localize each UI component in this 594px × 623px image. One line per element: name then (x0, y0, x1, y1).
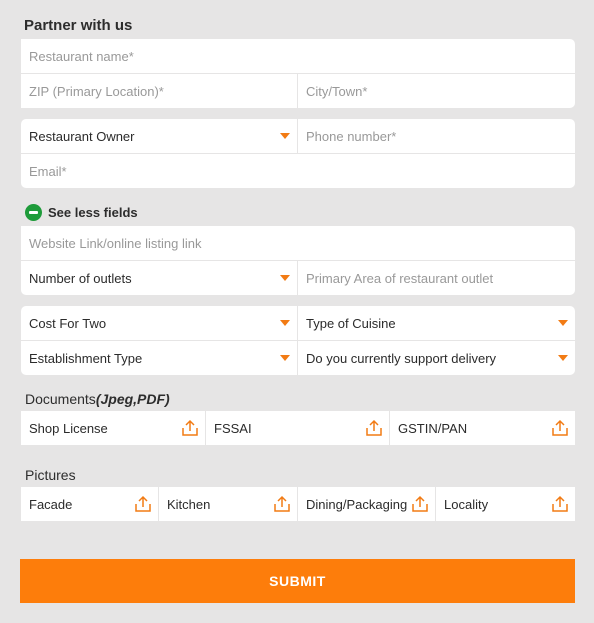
chevron-down-icon (558, 355, 568, 361)
submit-button[interactable]: SUBMIT (20, 559, 575, 603)
upload-icon (412, 495, 428, 512)
see-less-fields-toggle[interactable]: See less fields (25, 204, 138, 221)
outlets-value: Number of outlets (29, 270, 132, 286)
phone-placeholder: Phone number* (306, 128, 397, 144)
upload-label: Dining/Packaging (306, 496, 408, 512)
toggle-label: See less fields (48, 205, 138, 220)
delivery-support-select[interactable]: Do you currently support delivery (298, 341, 575, 375)
upload-gstin-pan[interactable]: GSTIN/PAN (390, 411, 575, 445)
cuisine-value: Type of Cuisine (306, 315, 396, 331)
website-placeholder: Website Link/online listing link (29, 235, 202, 251)
upload-label: Shop License (29, 420, 108, 436)
upload-icon (552, 419, 568, 436)
chevron-down-icon (280, 355, 290, 361)
upload-icon (366, 419, 382, 436)
upload-icon (552, 495, 568, 512)
cost-for-two-value: Cost For Two (29, 315, 107, 331)
documents-section-title: Documents(Jpeg,PDF) (25, 391, 170, 407)
upload-icon (274, 495, 290, 512)
establishment-type-select[interactable]: Establishment Type (21, 341, 297, 375)
role-value: Restaurant Owner (29, 128, 135, 144)
cuisine-select[interactable]: Type of Cuisine (298, 306, 575, 340)
primary-area-placeholder: Primary Area of restaurant outlet (306, 270, 494, 286)
cost-for-two-select[interactable]: Cost For Two (21, 306, 297, 340)
upload-label: GSTIN/PAN (398, 420, 468, 436)
upload-label: Kitchen (167, 496, 211, 512)
upload-label: Locality (444, 496, 489, 512)
chevron-down-icon (558, 320, 568, 326)
delivery-support-value: Do you currently support delivery (306, 350, 497, 366)
website-input[interactable]: Website Link/online listing link (21, 226, 575, 260)
upload-label: FSSAI (214, 420, 252, 436)
email-placeholder: Email* (29, 163, 67, 179)
documents-title-suffix: (Jpeg,PDF) (95, 391, 170, 407)
page-title: Partner with us (24, 17, 133, 34)
chevron-down-icon (280, 320, 290, 326)
upload-shop-license[interactable]: Shop License (21, 411, 205, 445)
upload-locality[interactable]: Locality (436, 487, 575, 521)
upload-facade[interactable]: Facade (21, 487, 158, 521)
chevron-down-icon (280, 133, 290, 139)
outlets-select[interactable]: Number of outlets (21, 261, 297, 295)
upload-icon (135, 495, 151, 512)
phone-input[interactable]: Phone number* (298, 119, 575, 153)
establishment-type-value: Establishment Type (29, 350, 143, 366)
restaurant-name-placeholder: Restaurant name* (29, 48, 134, 64)
upload-fssai[interactable]: FSSAI (206, 411, 389, 445)
primary-area-input[interactable]: Primary Area of restaurant outlet (298, 261, 575, 295)
upload-label: Facade (29, 496, 73, 512)
email-input[interactable]: Email* (21, 154, 575, 188)
role-select[interactable]: Restaurant Owner (21, 119, 297, 153)
minus-circle-icon (25, 204, 42, 221)
restaurant-name-input[interactable]: Restaurant name* (21, 39, 575, 73)
upload-dining-packaging[interactable]: Dining/Packaging (298, 487, 435, 521)
pictures-section-title: Pictures (25, 467, 76, 483)
upload-kitchen[interactable]: Kitchen (159, 487, 297, 521)
zip-placeholder: ZIP (Primary Location)* (29, 83, 164, 99)
city-input[interactable]: City/Town* (298, 74, 575, 108)
chevron-down-icon (280, 275, 290, 281)
partner-form-page: Partner with us Restaurant name* ZIP (Pr… (0, 0, 594, 623)
zip-input[interactable]: ZIP (Primary Location)* (21, 74, 297, 108)
upload-icon (182, 419, 198, 436)
documents-title: Documents (25, 391, 96, 407)
city-placeholder: City/Town* (306, 83, 368, 99)
